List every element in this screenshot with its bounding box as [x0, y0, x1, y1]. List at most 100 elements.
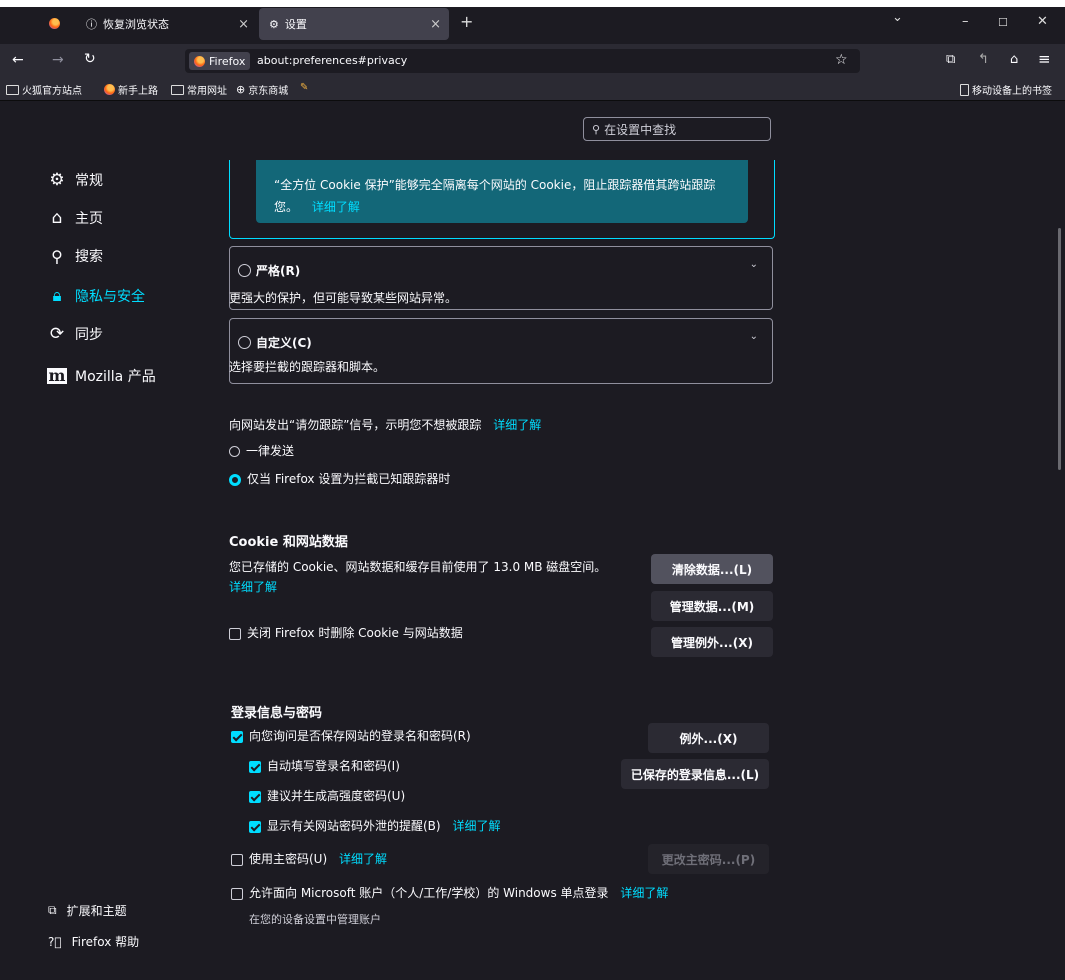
- login-exceptions-button[interactable]: 例外...(X): [648, 723, 769, 753]
- breach-alerts[interactable]: 显示有关网站密码外泄的提醒(B) 详细了解: [249, 817, 500, 834]
- windows-sso[interactable]: 允许面向 Microsoft 账户（个人/工作/学校）的 Windows 单点登…: [231, 884, 668, 901]
- checkbox-unchecked[interactable]: [231, 887, 243, 900]
- manage-data-button[interactable]: 管理数据...(M): [651, 591, 773, 621]
- share-icon[interactable]: ↰: [978, 52, 989, 67]
- bookmark-item[interactable]: 常用网址: [171, 82, 227, 97]
- navigation-toolbar: ← → ↻ Firefox about:preferences#privacy …: [0, 44, 1065, 78]
- checkbox-unchecked[interactable]: [231, 853, 243, 866]
- strict-radio[interactable]: [238, 264, 251, 277]
- checkbox-checked[interactable]: [249, 790, 261, 803]
- standard-protection-panel[interactable]: “全方位 Cookie 保护”能够完全隔离每个网站的 Cookie，阻止跟踪器借…: [229, 160, 775, 239]
- cookies-learn-more-link[interactable]: 详细了解: [229, 578, 277, 595]
- minimize-icon[interactable]: –: [962, 14, 969, 29]
- sidebar-item-general[interactable]: ⚙ 常规: [47, 170, 103, 190]
- primary-password-learn-more-link[interactable]: 详细了解: [339, 852, 387, 866]
- sidebar-item-label: 主页: [75, 211, 103, 227]
- option-label: 仅当 Firefox 设置为拦截已知跟踪器时: [247, 472, 451, 486]
- bookmark-item[interactable]: ⊕ 京东商城: [236, 82, 288, 97]
- tab-restore-session[interactable]: ⓘ 恢复浏览状态 ×: [72, 8, 257, 40]
- gear-icon: ⚙: [269, 17, 279, 31]
- checkbox-checked[interactable]: [249, 820, 261, 833]
- sidebar-item-privacy[interactable]: 🔒︎ 隐私与安全: [47, 286, 145, 306]
- dnt-learn-more-link[interactable]: 详细了解: [493, 418, 541, 432]
- new-tab-icon[interactable]: +: [460, 12, 473, 31]
- bookmark-star-icon[interactable]: ☆: [835, 52, 848, 68]
- bookmark-label: 移动设备上的书签: [972, 86, 1052, 97]
- sidebar-item-sync[interactable]: ⟳ 同步: [47, 324, 103, 344]
- sidebar-footer-addons[interactable]: ⧉ 扩展和主题: [48, 902, 127, 919]
- menu-icon[interactable]: ≡: [1038, 50, 1051, 68]
- close-tab-icon[interactable]: ×: [238, 17, 249, 32]
- dnt-label: 向网站发出“请勿跟踪”信号，示明您不想被跟踪 详细了解: [229, 416, 541, 433]
- back-icon[interactable]: ←: [12, 52, 24, 68]
- learn-more-link[interactable]: 详细了解: [312, 200, 360, 214]
- suggest-passwords[interactable]: 建议并生成高强度密码(U): [249, 787, 405, 804]
- footer-label: Firefox 帮助: [71, 935, 140, 949]
- sidebar-item-mozilla-products[interactable]: m Mozilla 产品: [46, 366, 156, 386]
- settings-search-input[interactable]: ⚲ 在设置中查找: [583, 117, 771, 141]
- bookmark-item[interactable]: 新手上路: [104, 82, 158, 97]
- sidebar-item-search[interactable]: ⚲ 搜索: [47, 246, 103, 266]
- radio-unselected[interactable]: [229, 446, 240, 457]
- tab-settings[interactable]: ⚙ 设置 ×: [259, 8, 449, 40]
- chevron-down-icon[interactable]: ⌄: [750, 331, 758, 342]
- mozilla-logo-icon: m: [46, 366, 68, 385]
- maximize-icon[interactable]: ☐: [998, 16, 1008, 29]
- close-window-icon[interactable]: ✕: [1037, 14, 1048, 29]
- sidebar-item-label: 常规: [75, 173, 103, 189]
- checkbox-label: 显示有关网站密码外泄的提醒(B): [267, 819, 441, 833]
- mobile-bookmarks[interactable]: 移动设备上的书签: [960, 82, 1052, 97]
- bookmark-label: 京东商城: [248, 86, 289, 97]
- saved-logins-button[interactable]: 已保存的登录信息...(L): [621, 759, 769, 789]
- globe-icon: ⊕: [236, 83, 246, 96]
- search-icon: ⚲: [592, 122, 601, 136]
- cookies-heading: Cookie 和网站数据: [229, 535, 348, 550]
- firefox-view-icon[interactable]: [49, 18, 60, 29]
- breach-learn-more-link[interactable]: 详细了解: [452, 819, 500, 833]
- forward-icon[interactable]: →: [52, 52, 64, 68]
- folder-icon: [6, 84, 19, 95]
- checkbox-checked[interactable]: [249, 760, 261, 773]
- close-tab-icon[interactable]: ×: [430, 17, 441, 32]
- delete-cookies-on-close[interactable]: 关闭 Firefox 时删除 Cookie 与网站数据: [229, 624, 463, 641]
- tab-label: 恢复浏览状态: [103, 18, 169, 31]
- manage-exceptions-button[interactable]: 管理例外...(X): [651, 627, 773, 657]
- use-primary-password[interactable]: 使用主密码(U) 详细了解: [231, 850, 387, 867]
- checkbox-label: 自动填写登录名和密码(I): [267, 759, 400, 773]
- identity-badge[interactable]: Firefox: [189, 52, 251, 70]
- sidebar-item-home[interactable]: ⌂ 主页: [47, 208, 103, 228]
- radio-selected[interactable]: [229, 473, 241, 486]
- url-bar[interactable]: Firefox about:preferences#privacy ☆: [185, 49, 860, 73]
- bookmarks-toolbar: 火狐官方站点 新手上路 常用网址 ⊕ 京东商城 ✎ 移动设备上的书签: [0, 78, 1065, 101]
- tool-icon[interactable]: ✎: [300, 82, 308, 93]
- ask-save-logins[interactable]: 向您询问是否保存网站的登录名和密码(R): [231, 727, 471, 744]
- identity-badge-label: Firefox: [209, 54, 246, 68]
- dnt-option-when-blocking[interactable]: 仅当 Firefox 设置为拦截已知跟踪器时: [229, 470, 450, 487]
- logins-heading: 登录信息与密码: [231, 706, 323, 721]
- change-primary-password-button[interactable]: 更改主密码...(P): [648, 844, 769, 874]
- scrollbar-thumb[interactable]: [1058, 228, 1061, 470]
- tab-strip: ⓘ 恢复浏览状态 × ⚙ 设置 × + ⌄ – ☐ ✕: [0, 0, 1065, 44]
- url-text[interactable]: about:preferences#privacy: [257, 54, 407, 67]
- strict-title: 严格(R): [256, 264, 301, 278]
- puzzle-icon[interactable]: ⌂: [1010, 52, 1018, 67]
- custom-radio[interactable]: [238, 336, 251, 349]
- sidebar-item-label: 搜索: [75, 249, 103, 265]
- chevron-down-icon[interactable]: ⌄: [750, 259, 758, 270]
- extensions-icon[interactable]: ⧉: [946, 52, 955, 67]
- checkbox-unchecked[interactable]: [229, 627, 241, 640]
- checkbox-checked[interactable]: [231, 730, 243, 743]
- sso-learn-more-link[interactable]: 详细了解: [620, 886, 668, 900]
- firefox-logo-icon: [104, 84, 115, 95]
- puzzle-piece-icon: ⧉: [48, 903, 57, 917]
- clear-data-button[interactable]: 清除数据...(L): [651, 554, 773, 584]
- bookmark-item[interactable]: 火狐官方站点: [6, 82, 82, 97]
- autofill-logins[interactable]: 自动填写登录名和密码(I): [249, 757, 400, 774]
- dnt-option-always[interactable]: 一律发送: [229, 442, 294, 459]
- custom-description: 选择要拦截的跟踪器和脚本。: [229, 360, 386, 374]
- bookmark-label: 新手上路: [118, 86, 158, 97]
- sidebar-footer-help[interactable]: ?⃝ Firefox 帮助: [48, 933, 139, 950]
- sidebar-item-label: 隐私与安全: [75, 289, 145, 305]
- list-all-tabs-icon[interactable]: ⌄: [892, 10, 903, 25]
- reload-icon[interactable]: ↻: [84, 51, 96, 67]
